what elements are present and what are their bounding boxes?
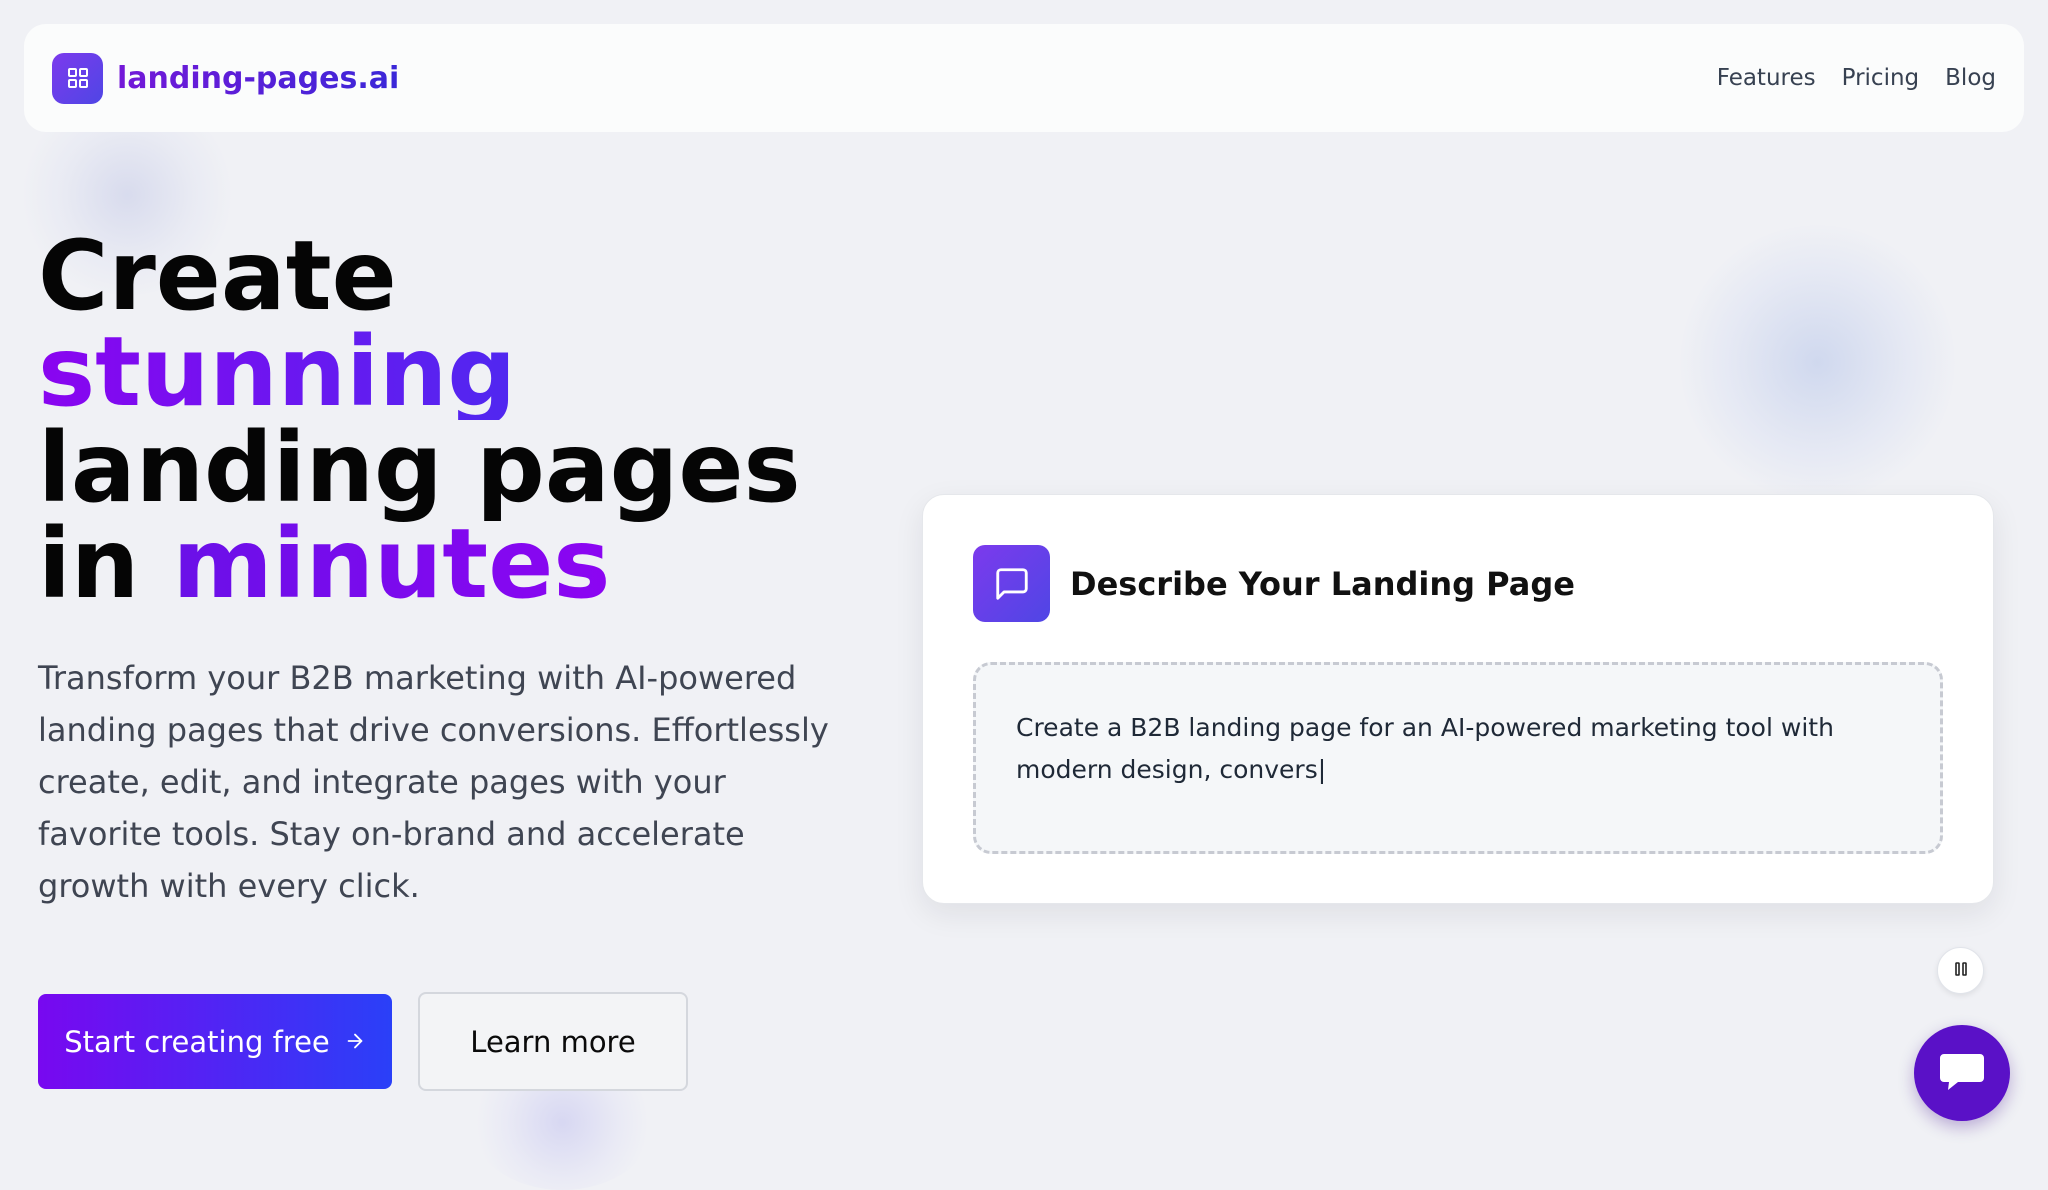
grid-icon[interactable] [52, 52, 103, 104]
main-nav: Features Pricing Blog [1717, 65, 1996, 91]
logo-text[interactable]: landing-pages.ai [117, 61, 399, 96]
chat-button[interactable] [1914, 1025, 2010, 1121]
start-creating-button[interactable]: Start creating free [38, 994, 392, 1089]
chat-bubble-icon [1936, 1048, 1988, 1098]
nav-link-blog[interactable]: Blog [1945, 65, 1996, 91]
hero-subtitle: Transform your B2B marketing with AI-pow… [38, 659, 829, 905]
background-glow [1680, 225, 1955, 500]
hero-title-line: Create [38, 220, 397, 332]
hero-title: Create stunning landing pages in minutes [38, 228, 801, 612]
prompt-input[interactable]: Create a B2B landing page for an AI-powe… [973, 662, 1943, 854]
learn-more-button[interactable]: Learn more [418, 992, 688, 1091]
hero-title-line: in minutes [38, 516, 801, 612]
arrow-right-icon [344, 1025, 366, 1059]
card-header: Describe Your Landing Page [973, 545, 1575, 622]
message-square-icon [973, 545, 1050, 622]
card-title: Describe Your Landing Page [1070, 564, 1575, 603]
nav-link-features[interactable]: Features [1717, 65, 1816, 91]
hero-title-highlight: stunning [38, 324, 801, 420]
hero-title-line: landing pages [38, 412, 801, 524]
start-creating-label: Start creating free [64, 1024, 330, 1059]
hero-title-highlight: minutes [172, 508, 611, 620]
nav-link-pricing[interactable]: Pricing [1842, 65, 1920, 91]
hero-title-word: in [38, 508, 173, 620]
pause-button[interactable] [1937, 947, 1984, 994]
describe-landing-card: Describe Your Landing Page Create a B2B … [922, 494, 1994, 904]
site-header: landing-pages.ai Features Pricing Blog [24, 24, 2024, 132]
pause-icon [1954, 961, 1968, 981]
